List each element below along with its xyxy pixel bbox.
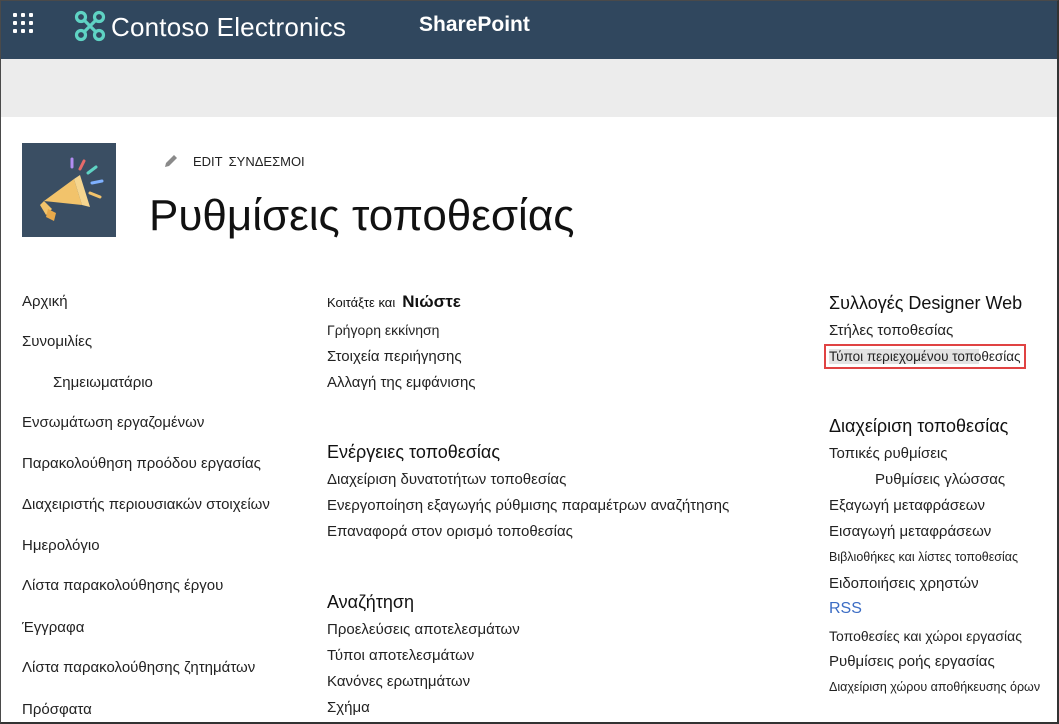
navigation-elements-link[interactable]: Στοιχεία περιήγησης [327,348,462,365]
suite-bar: Contoso Electronics SharePoint [1,1,1057,59]
export-translations-link[interactable]: Εξαγωγή μεταφράσεων [829,497,985,514]
nav-item-issue-tracking[interactable]: Λίστα παρακολούθησης ζητημάτων [22,659,255,676]
search-heading: Αναζήτηση [327,592,414,612]
brand-name[interactable]: Contoso Electronics [111,12,346,43]
user-alerts-link[interactable]: Ειδοποιήσεις χρηστών [829,575,979,592]
sites-workspaces-link[interactable]: Τοποθεσίες και χώροι εργασίας [829,628,1022,644]
look-and-feel-heading: Κοιτάξτε και Νιώστε [327,292,461,311]
enable-search-config-export-link[interactable]: Ενεργοποίηση εξαγωγής ρύθμισης παραμέτρω… [327,497,729,514]
manage-site-features-link[interactable]: Διαχείριση δυνατοτήτων τοποθεσίας [327,471,566,488]
edit-links-bar: EDIT ΣΥΝΔΕΣΜΟΙ [163,153,305,169]
import-translations-link[interactable]: Εισαγωγή μεταφράσεων [829,523,991,540]
site-libraries-lists-link[interactable]: Βιβλιοθήκες και λίστες τοποθεσίας [829,550,1018,564]
app-launcher-icon[interactable] [13,13,39,39]
rss-link[interactable]: RSS [829,600,862,618]
term-store-management-link[interactable]: Διαχείριση χώρου αποθήκευσης όρων [829,680,1040,694]
regional-settings-link[interactable]: Τοπικές ρυθμίσεις [829,445,947,462]
nav-item-conversations[interactable]: Συνομιλίες [22,333,92,350]
edit-button[interactable]: EDIT [193,154,223,169]
nav-item-recent[interactable]: Πρόσφατα [22,701,92,718]
language-settings-link[interactable]: Ρυθμίσεις γλώσσας [875,471,1005,488]
query-rules-link[interactable]: Κανόνες ερωτημάτων [327,673,470,690]
nav-item-notebook[interactable]: Σημειωματάριο [53,374,153,391]
site-admin-heading: Διαχείριση τοποθεσίας [829,416,1009,436]
change-look-link[interactable]: Αλλαγή της εμφάνισης [327,374,476,391]
sub-bar [1,59,1057,117]
nav-item-calendar[interactable]: Ημερολόγιο [22,537,100,554]
site-columns-link[interactable]: Στήλες τοποθεσίας [829,322,953,339]
page-title: Ρυθμίσεις τοποθεσίας [149,191,575,240]
nav-item-work-progress[interactable]: Παρακολούθηση προόδου εργασίας [22,455,261,472]
designer-heading: Συλλογές Designer Web [829,293,1023,313]
nav-item-home[interactable]: Αρχική [22,293,68,310]
product-name[interactable]: SharePoint [419,13,530,37]
quick-launch-link[interactable]: Γρήγορη εκκίνηση [327,322,439,338]
site-content-types-link[interactable]: Τύποι περιεχομένου τοποθεσίας [824,344,1026,369]
result-types-link[interactable]: Τύποι αποτελεσμάτων [327,647,474,664]
links-button[interactable]: ΣΥΝΔΕΣΜΟΙ [229,154,305,169]
site-logo[interactable] [22,143,116,237]
pencil-icon[interactable] [163,153,179,169]
result-sources-link[interactable]: Προελεύσεις αποτελεσμάτων [327,621,520,638]
contoso-logo-icon[interactable] [73,9,107,43]
reset-to-site-definition-link[interactable]: Επαναφορά στον ορισμό τοποθεσίας [327,523,573,540]
page-frame: Contoso Electronics SharePoint EDIT ΣΥΝΔ… [0,0,1059,724]
nav-item-documents[interactable]: Έγγραφα [22,619,84,636]
nav-item-project-tracking[interactable]: Λίστα παρακολούθησης έργου [22,577,223,594]
megaphone-icon [40,157,104,221]
site-actions-heading: Ενέργειες τοποθεσίας [327,442,501,462]
nav-item-employee-onboarding[interactable]: Ενσωμάτωση εργαζομένων [22,414,204,431]
workflow-settings-link[interactable]: Ρυθμίσεις ροής εργασίας [829,653,995,670]
schema-link[interactable]: Σχήμα [327,699,370,716]
nav-item-asset-manager[interactable]: Διαχειριστής περιουσιακών στοιχείων [22,496,270,513]
